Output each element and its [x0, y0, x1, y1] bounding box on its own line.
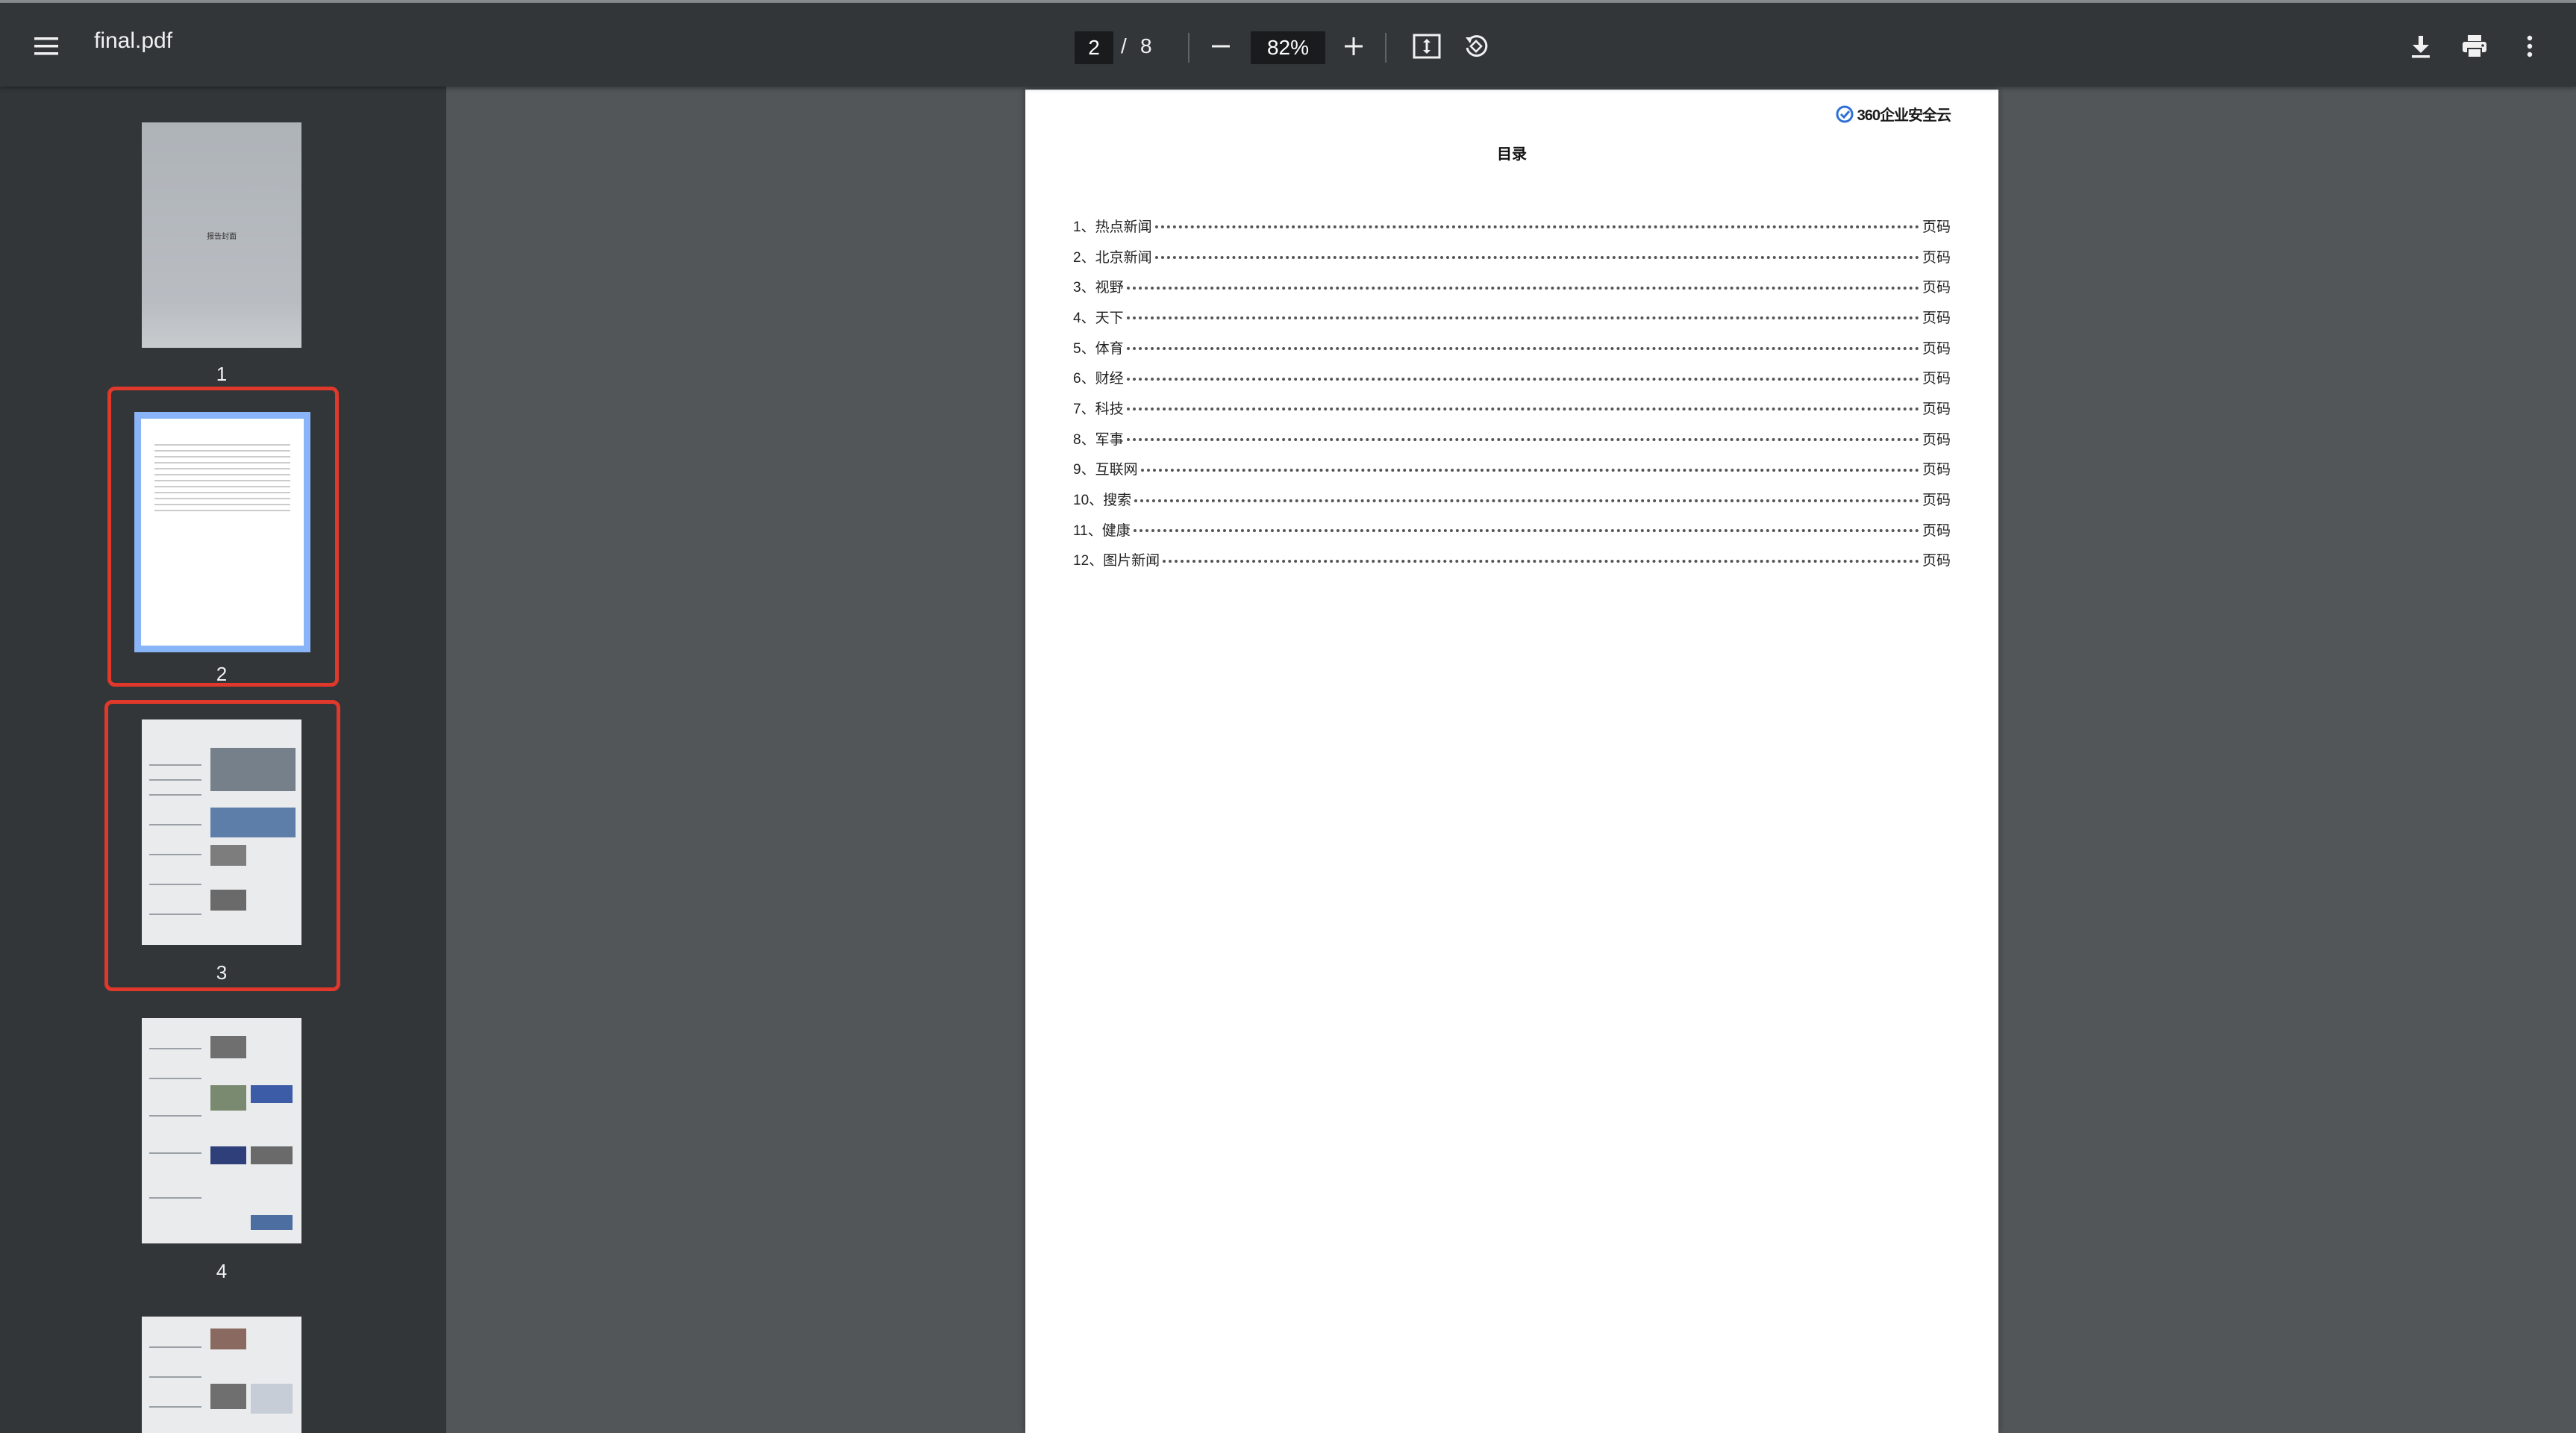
toc-label: 7、科技	[1073, 401, 1124, 417]
cloud-shield-icon	[1836, 105, 1854, 122]
more-vert-icon	[2527, 35, 2533, 57]
toc-entry[interactable]: 3、视野 页码	[1073, 271, 1951, 302]
toc-leader	[1154, 225, 1919, 229]
page-total: 8	[1140, 34, 1152, 57]
toc-label: 6、财经	[1073, 371, 1124, 387]
toc-page-number: 页码	[1922, 280, 1951, 296]
toc-entry[interactable]: 8、军事 页码	[1073, 423, 1951, 454]
pdf-toolbar: final.pdf 2 / 8 82%	[0, 3, 2576, 87]
toc-label: 11、健康	[1073, 522, 1131, 539]
toc-leader	[1126, 347, 1919, 351]
toc-page-number: 页码	[1922, 219, 1951, 235]
toc-page-number: 页码	[1922, 371, 1951, 387]
fit-page-button[interactable]	[1406, 25, 1448, 67]
zoom-out-button[interactable]	[1200, 25, 1242, 67]
document-title: final.pdf	[94, 28, 173, 53]
toc-page-number: 页码	[1922, 522, 1951, 539]
toc-page-number: 页码	[1922, 249, 1951, 266]
menu-icon	[34, 37, 58, 55]
toc-page-number: 页码	[1922, 493, 1951, 509]
download-icon	[2412, 36, 2430, 58]
rotate-icon	[1466, 35, 1488, 57]
thumbnail-number: 4	[216, 1260, 228, 1282]
zoom-out-icon	[1212, 45, 1230, 48]
page-heading: 目录	[1497, 146, 1527, 163]
toc-label: 12、图片新闻	[1073, 553, 1160, 569]
page-thumbnail[interactable]: 报告封面	[142, 122, 301, 348]
toolbar-divider	[1188, 33, 1189, 63]
toc-label: 1、热点新闻	[1073, 219, 1152, 235]
toc-leader	[1126, 438, 1919, 442]
logo-text: 360企业安全云	[1857, 107, 1951, 124]
page-number-input[interactable]: 2	[1075, 31, 1113, 64]
toc-leader	[1126, 377, 1919, 381]
fit-page-icon	[1413, 34, 1441, 59]
toc-leader	[1163, 559, 1919, 563]
zoom-in-icon	[1345, 37, 1363, 55]
print-button[interactable]	[2454, 25, 2495, 67]
page-thumbnail[interactable]	[142, 1018, 301, 1243]
toc-label: 10、搜索	[1073, 493, 1132, 509]
zoom-in-button[interactable]	[1333, 25, 1375, 67]
toc-page-number: 页码	[1922, 553, 1951, 569]
toc-leader	[1133, 529, 1919, 533]
download-button[interactable]	[2400, 25, 2442, 67]
toc-page-number: 页码	[1922, 401, 1951, 417]
toc-leader	[1126, 286, 1919, 290]
toc-entry[interactable]: 4、天下 页码	[1073, 302, 1951, 332]
page-thumbnail[interactable]	[142, 1317, 301, 1433]
toc-entry[interactable]: 2、北京新闻 页码	[1073, 241, 1951, 272]
toc-page-number: 页码	[1922, 431, 1951, 448]
company-logo: 360企业安全云	[1835, 103, 1951, 125]
toc-page-number: 页码	[1922, 310, 1951, 326]
table-of-contents: 1、热点新闻 页码 2、北京新闻 页码 3、视野 页码 4、天下 页码 5、体育…	[1073, 210, 1951, 575]
toc-page-number: 页码	[1922, 340, 1951, 357]
toc-entry[interactable]: 12、图片新闻 页码	[1073, 545, 1951, 575]
toc-label: 3、视野	[1073, 280, 1124, 296]
toc-leader	[1126, 408, 1919, 411]
toc-entry[interactable]: 6、财经 页码	[1073, 362, 1951, 393]
thumbnail-page-surface	[141, 419, 304, 646]
toc-entry[interactable]: 7、科技 页码	[1073, 393, 1951, 423]
toc-entry[interactable]: 9、互联网 页码	[1073, 454, 1951, 484]
toc-label: 4、天下	[1073, 310, 1124, 326]
toc-entry[interactable]: 5、体育 页码	[1073, 332, 1951, 363]
thumbnail-sidebar: 报告封面 1 2 3 4	[0, 87, 446, 1433]
document-page: 360企业安全云 目录 1、热点新闻 页码 2、北京新闻 页码 3、视野 页码 …	[1025, 90, 1998, 1433]
more-options-button[interactable]	[2509, 25, 2551, 67]
toc-label: 2、北京新闻	[1073, 249, 1152, 266]
toc-leader	[1140, 468, 1919, 472]
toc-leader	[1134, 499, 1919, 502]
print-icon	[2463, 35, 2486, 58]
thumbnail-number: 3	[216, 961, 228, 984]
page-separator: /	[1121, 34, 1127, 57]
toc-entry[interactable]: 10、搜索 页码	[1073, 484, 1951, 514]
thumbnail-number: 1	[216, 363, 228, 385]
page-thumbnail-selected[interactable]	[134, 412, 310, 652]
toc-entry[interactable]: 11、健康 页码	[1073, 514, 1951, 545]
toc-leader	[1126, 316, 1919, 320]
toc-label: 8、军事	[1073, 431, 1124, 448]
toc-label: 9、互联网	[1073, 462, 1138, 478]
toc-leader	[1154, 256, 1919, 260]
toc-entry[interactable]: 1、热点新闻 页码	[1073, 210, 1951, 241]
rotate-button[interactable]	[1455, 25, 1497, 67]
thumbnail-number: 2	[216, 663, 228, 685]
page-thumbnail[interactable]	[142, 719, 301, 945]
toc-page-number: 页码	[1922, 462, 1951, 478]
menu-button[interactable]	[22, 22, 70, 70]
toolbar-divider	[1385, 33, 1387, 63]
zoom-level-input[interactable]: 82%	[1251, 31, 1325, 64]
thumbnail-cover-label: 报告封面	[207, 233, 237, 241]
toc-label: 5、体育	[1073, 340, 1124, 357]
